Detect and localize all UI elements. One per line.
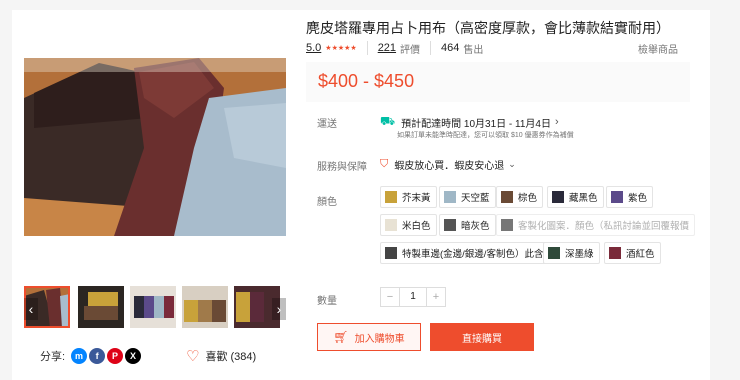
pinterest-icon[interactable]: P — [107, 348, 124, 364]
color-option-label: 天空藍 — [461, 193, 490, 204]
quantity-label: 數量 — [317, 296, 337, 307]
color-swatch — [611, 191, 623, 203]
color-option-label: 酒紅色 — [626, 249, 655, 260]
color-option-label: 特製車邊(金邊/銀邊/客制色）此含布 — [402, 249, 553, 260]
x-icon[interactable]: X — [125, 348, 142, 364]
thumbnail-4[interactable] — [182, 286, 228, 328]
product-stats: 5.0 ★★★★★ 221 評價 464 售出 — [306, 40, 483, 56]
shipping-label: 運送 — [317, 119, 337, 130]
color-option[interactable]: 棕色 — [496, 186, 544, 208]
rating-value[interactable]: 5.0 — [306, 42, 321, 54]
divider — [430, 41, 432, 55]
color-option-label: 暗灰色 — [461, 221, 490, 232]
shield-icon: ⛉ — [380, 158, 389, 170]
color-option[interactable]: 深墨綠 — [543, 242, 600, 264]
sold-label: 售出 — [463, 44, 484, 56]
color-option-label: 客製化圖案．顏色（私訊討論並回覆報價 — [518, 221, 690, 232]
quantity-decrement[interactable]: − — [381, 288, 399, 306]
color-swatch — [385, 219, 397, 231]
thumbnail-strip: ‹ › — [24, 286, 286, 332]
color-option-label: 藏黑色 — [569, 193, 598, 204]
color-option-label: 深墨綠 — [565, 249, 594, 260]
reviews-label: 評價 — [400, 44, 421, 56]
color-option[interactable]: 紫色 — [606, 186, 654, 208]
chevron-right-icon: › — [554, 116, 559, 128]
color-swatch — [385, 191, 397, 203]
color-swatch — [552, 191, 564, 203]
sold-count: 464 — [441, 42, 460, 54]
color-swatch — [548, 247, 560, 259]
truck-icon: ⛟ — [380, 114, 396, 128]
shipping-estimate-text: 預計配達時間 10月31日 - 11月4日 — [401, 118, 551, 130]
price: $400 - $450 — [318, 71, 415, 91]
color-swatch — [444, 219, 456, 231]
shipping-note: 如果訂單未能準時配達，您可以領取 $10 優惠券作為補償 — [397, 132, 574, 139]
product-title: 麂皮塔羅專用占卜用布（高密度厚款，會比薄款結實耐用） — [306, 20, 670, 36]
share-label: 分享: — [40, 351, 66, 363]
quantity-stepper: − 1 + — [380, 287, 446, 307]
assurance-label: 服務與保障 — [317, 162, 367, 173]
price-box: $400 - $450 — [306, 62, 690, 102]
color-option-label: 芥末黃 — [402, 193, 431, 204]
assurance-text: 蝦皮放心買．蝦皮安心退 — [394, 161, 505, 172]
color-swatch — [501, 191, 513, 203]
product-main-image[interactable] — [24, 58, 286, 236]
chevron-down-icon: ⌄ — [508, 159, 516, 169]
quantity-increment[interactable]: + — [427, 288, 445, 306]
rating-stars: ★★★★★ — [325, 45, 357, 52]
buy-now-button[interactable]: 直接購買 — [430, 323, 534, 351]
color-option[interactable]: 芥末黃 — [380, 186, 437, 208]
color-swatch — [444, 191, 456, 203]
color-label: 顏色 — [317, 197, 337, 208]
like-count: 喜歡 (384) — [205, 351, 257, 363]
quantity-input[interactable]: 1 — [399, 288, 427, 306]
color-option[interactable]: 特製車邊(金邊/銀邊/客制色）此含布 — [380, 242, 559, 264]
messenger-icon[interactable]: m — [71, 348, 88, 364]
thumbnail-prev-arrow[interactable]: ‹ — [24, 298, 38, 320]
color-swatch — [609, 247, 621, 259]
color-option-label: 紫色 — [628, 193, 648, 204]
add-to-cart-button[interactable]: 🛒︎ 加入購物車 — [317, 323, 421, 351]
like-button[interactable]: ♡ 喜歡 (384) — [186, 347, 256, 365]
color-option[interactable]: 藏黑色 — [547, 186, 604, 208]
report-link[interactable]: 檢舉商品 — [638, 41, 678, 56]
color-option[interactable]: 酒紅色 — [604, 242, 661, 264]
heart-icon: ♡ — [186, 348, 200, 365]
color-swatch — [501, 219, 513, 231]
thumbnail-2[interactable] — [78, 286, 124, 328]
divider — [366, 41, 368, 55]
cart-icon: 🛒︎ — [333, 330, 349, 344]
assurance-dropdown[interactable]: ⛉ 蝦皮放心買．蝦皮安心退 ⌄ — [380, 157, 516, 172]
color-option[interactable]: 米白色 — [380, 214, 437, 236]
reviews-count[interactable]: 221 — [378, 42, 396, 54]
color-option[interactable]: 天空藍 — [439, 186, 496, 208]
thumbnail-next-arrow[interactable]: › — [272, 298, 286, 320]
color-option[interactable]: 客製化圖案．顏色（私訊討論並回覆報價 — [496, 214, 696, 236]
share-bar: 分享: m f P X — [40, 347, 142, 365]
thumbnail-3[interactable] — [130, 286, 176, 328]
facebook-icon[interactable]: f — [89, 348, 106, 364]
color-option-label: 棕色 — [518, 193, 538, 204]
add-to-cart-label: 加入購物車 — [354, 333, 405, 345]
color-swatch — [385, 247, 397, 259]
color-option[interactable]: 暗灰色 — [439, 214, 496, 236]
shipping-estimate[interactable]: ⛟ 預計配達時間 10月31日 - 11月4日 › — [380, 114, 559, 130]
color-option-label: 米白色 — [402, 221, 431, 232]
